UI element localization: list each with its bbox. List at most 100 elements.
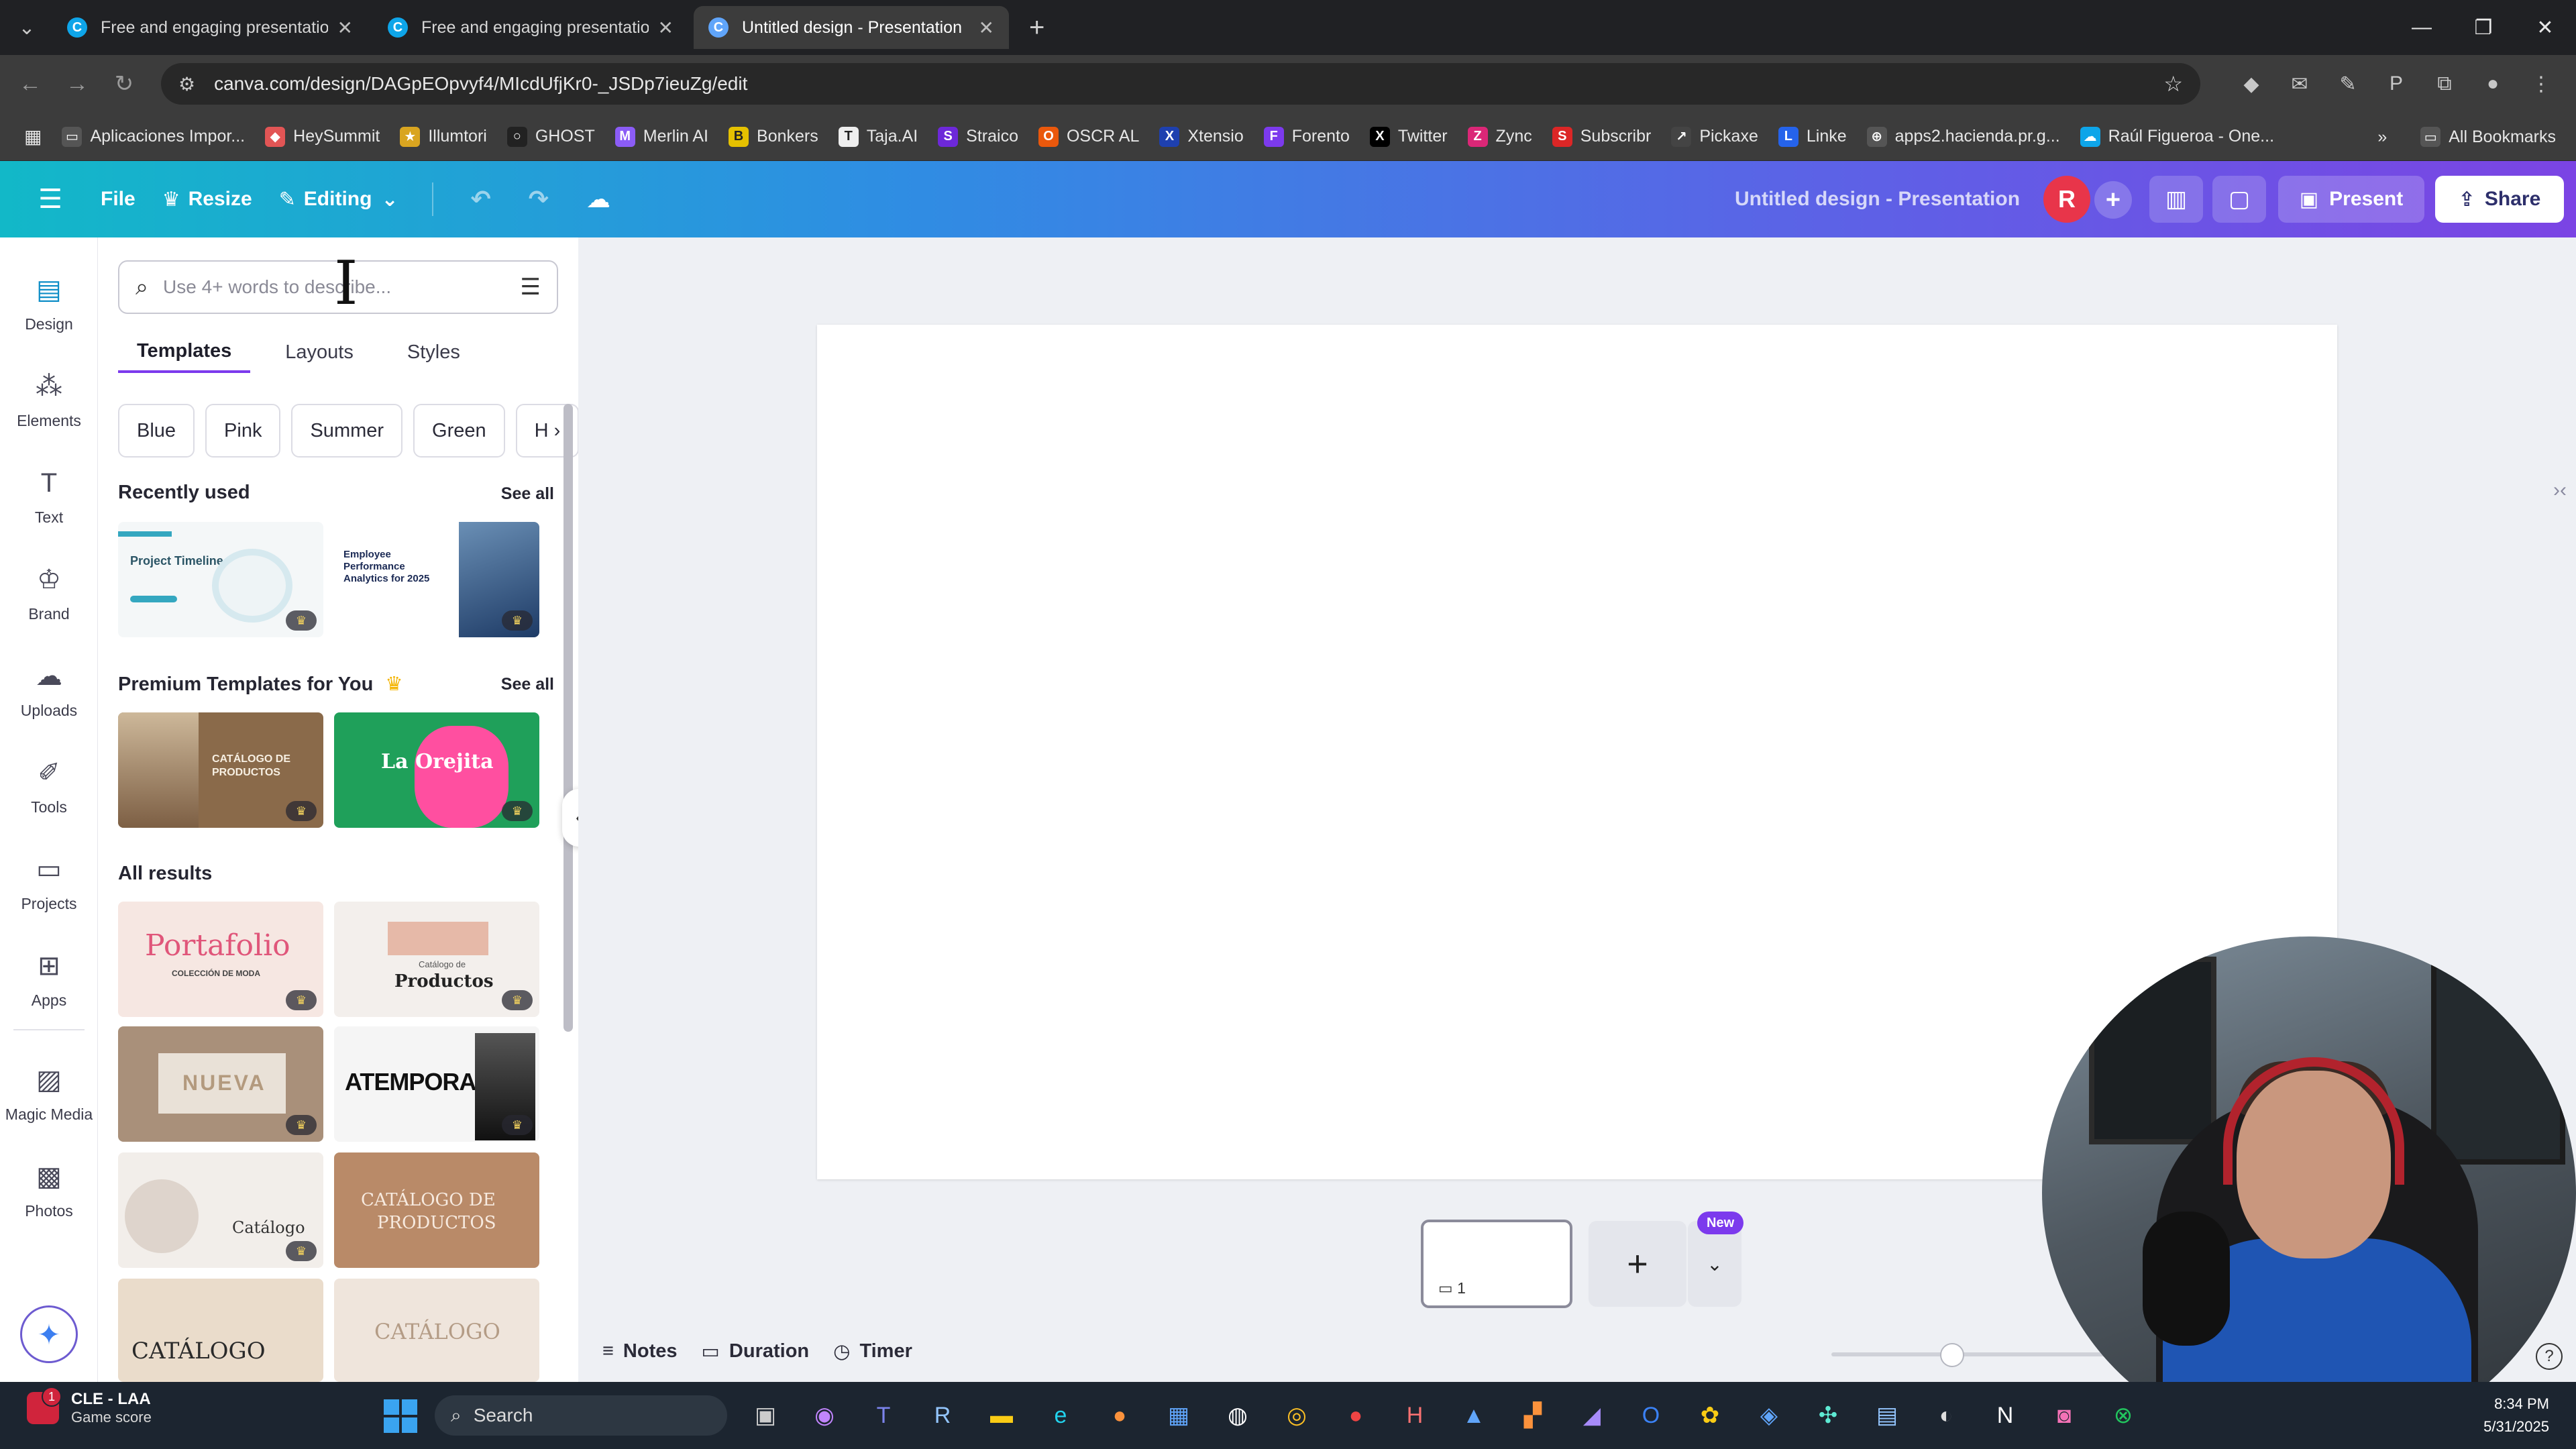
chip-blue[interactable]: Blue [118,404,195,458]
app-icon[interactable]: ◈ [1746,1394,1792,1437]
see-all-link[interactable]: See all [501,675,554,694]
add-page-button[interactable]: + [1589,1221,1686,1307]
design-title[interactable]: Untitled design - Presentation [1735,161,2020,237]
rail-item-brand[interactable]: ♔ Brand [0,559,98,623]
comment-icon[interactable]: ▢ [2212,176,2266,223]
game-score-widget[interactable]: 1 CLE - LAA Game score [27,1387,152,1426]
resize-button[interactable]: ♛ Resize [162,188,252,211]
bookmark-item[interactable]: M Merlin AI [614,126,708,147]
redo-icon[interactable]: ↷ [529,185,549,213]
rail-item-tools[interactable]: ✐ Tools [0,753,98,816]
app-icon[interactable]: ▤ [1864,1394,1911,1437]
windows-start-icon[interactable] [384,1399,417,1433]
duration-button[interactable]: ▭ Duration [702,1340,810,1363]
outlook-icon[interactable]: O [1627,1394,1674,1437]
edge-icon[interactable]: e [1037,1394,1084,1437]
browser-tab-active[interactable]: C Untitled design - Presentation ✕ [694,6,1009,49]
copilot-icon[interactable]: ◉ [801,1394,848,1437]
insights-icon[interactable]: ▥ [2149,176,2203,223]
app-icon[interactable]: ◙ [2041,1394,2088,1437]
add-collaborator-icon[interactable]: + [2094,181,2132,219]
forward-icon[interactable]: → [54,71,101,97]
avatar-app-icon[interactable]: R [919,1394,966,1437]
see-all-link[interactable]: See all [501,484,554,504]
close-window-icon[interactable]: ✕ [2514,16,2576,40]
rail-item-magic-media[interactable]: ▨ Magic Media [0,1060,98,1124]
bookmark-item[interactable]: Z Zync [1467,126,1532,147]
close-icon[interactable]: ✕ [337,17,353,39]
rail-item-uploads[interactable]: ☁ Uploads [0,656,98,720]
bookmark-item[interactable]: X Twitter [1369,126,1448,147]
template-thumbnail[interactable]: Catálogo ♛ [118,1152,323,1268]
bookmark-item[interactable]: S Straico [938,126,1018,147]
template-thumbnail[interactable]: ATEMPORAL ♛ [334,1026,539,1142]
editing-mode-button[interactable]: ✎ Editing ⌄ [279,188,398,211]
url-text[interactable]: canva.com/design/DAGpEOpvyf4/MIcdUfjKr0-… [214,73,2163,95]
bookmark-item[interactable]: O OSCR AL [1038,126,1139,147]
all-bookmarks[interactable]: ▭ All Bookmarks [2420,127,2556,147]
bookmark-item[interactable]: L Linke [1778,126,1847,147]
share-button[interactable]: ⇪ Share [2435,176,2564,223]
help-icon[interactable]: ? [2536,1343,2563,1370]
system-clock[interactable]: 8:34 PM 5/31/2025 [2483,1393,2549,1438]
bookmark-item[interactable]: B Bonkers [729,126,818,147]
avatar[interactable]: R [2043,176,2090,223]
bookmark-item[interactable]: T Taja.AI [838,126,918,147]
url-bar[interactable]: ⚙ canva.com/design/DAGpEOpvyf4/MIcdUfjKr… [161,63,2200,105]
back-icon[interactable]: ← [7,71,54,97]
expand-handle-icon[interactable]: ›‹ [2553,479,2567,502]
bookmark-item[interactable]: ☁ Raúl Figueroa - One... [2080,126,2274,147]
template-thumbnail[interactable]: NUEVA ♛ [118,1026,323,1142]
panel-scrollbar[interactable] [564,404,573,1032]
rail-item-elements[interactable]: ⁂ Elements [0,366,98,430]
template-thumbnail[interactable]: Portafolio COLECCIÓN DE MODA ♛ [118,902,323,1017]
more-icon[interactable]: ⋮ [2517,72,2565,96]
app-icon[interactable]: ✿ [1686,1394,1733,1437]
template-thumbnail[interactable]: Catálogo de Productos ♛ [334,902,539,1017]
xbox-icon[interactable]: ⊗ [2100,1394,2147,1437]
notes-button[interactable]: ≡ Notes [602,1340,678,1362]
bookmark-item[interactable]: S Subscribr [1552,126,1651,147]
site-info-icon[interactable]: ⚙ [178,73,195,95]
template-thumbnail[interactable]: La Orejita ♛ [334,712,539,828]
app-icon[interactable]: ◐ [1923,1394,1970,1437]
tab-search-icon[interactable]: ⌄ [7,7,47,48]
firefox-icon[interactable]: ● [1096,1394,1143,1437]
filter-icon[interactable]: ☰ [521,274,541,301]
template-thumbnail[interactable]: CATÁLOGO DE PRODUCTOS [334,1152,539,1268]
chrome-icon[interactable]: ◎ [1273,1394,1320,1437]
app-icon[interactable]: ✣ [1805,1394,1851,1437]
bookmark-item[interactable]: ★ Illumtori [400,126,487,147]
rail-item-apps[interactable]: ⊞ Apps [0,946,98,1010]
bookmark-item[interactable]: F Forento [1263,126,1350,147]
chip-green[interactable]: Green [413,404,505,458]
profile-icon[interactable]: ● [2469,72,2517,95]
browser-tab[interactable]: C Free and engaging presentation ✕ [52,6,368,49]
bookmark-star-icon[interactable]: ☆ [2163,71,2183,97]
file-menu-button[interactable]: File [101,188,136,211]
extension-icon[interactable]: ◆ [2227,72,2275,96]
browser-tab[interactable]: C Free and engaging presentation ✕ [373,6,688,49]
file-explorer-icon[interactable]: ▬ [978,1394,1025,1437]
template-thumbnail[interactable]: Employee Performance Analytics for 2025 … [334,522,539,637]
app-icon[interactable]: H [1391,1394,1438,1437]
bookmark-item[interactable]: ▭ Aplicaciones Impor... [62,126,245,147]
new-tab-button[interactable]: + [1029,13,1044,43]
extension-icon[interactable]: ✎ [2324,72,2372,96]
undo-icon[interactable]: ↶ [471,185,491,213]
rail-item-text[interactable]: T Text [0,463,98,527]
page-thumbnail[interactable]: ▭ 1 [1421,1220,1572,1308]
bookmark-item[interactable]: X Xtensio [1159,126,1244,147]
chip-pink[interactable]: Pink [205,404,281,458]
minimize-icon[interactable]: — [2391,16,2453,39]
template-thumbnail[interactable]: Project Timeline ♛ [118,522,323,637]
template-thumbnail[interactable]: CATÁLOGO [118,1279,323,1382]
menu-icon[interactable]: ☰ [27,184,74,215]
reload-icon[interactable]: ↻ [101,70,148,97]
restore-icon[interactable]: ❐ [2453,16,2514,40]
extension-icon[interactable]: ✉ [2275,72,2324,96]
chip-summer[interactable]: Summer [291,404,403,458]
bookmark-item[interactable]: ↗ Pickaxe [1671,126,1758,147]
teams-icon[interactable]: T [860,1394,907,1437]
taskbar-search[interactable]: ⌕ Search [435,1395,727,1436]
